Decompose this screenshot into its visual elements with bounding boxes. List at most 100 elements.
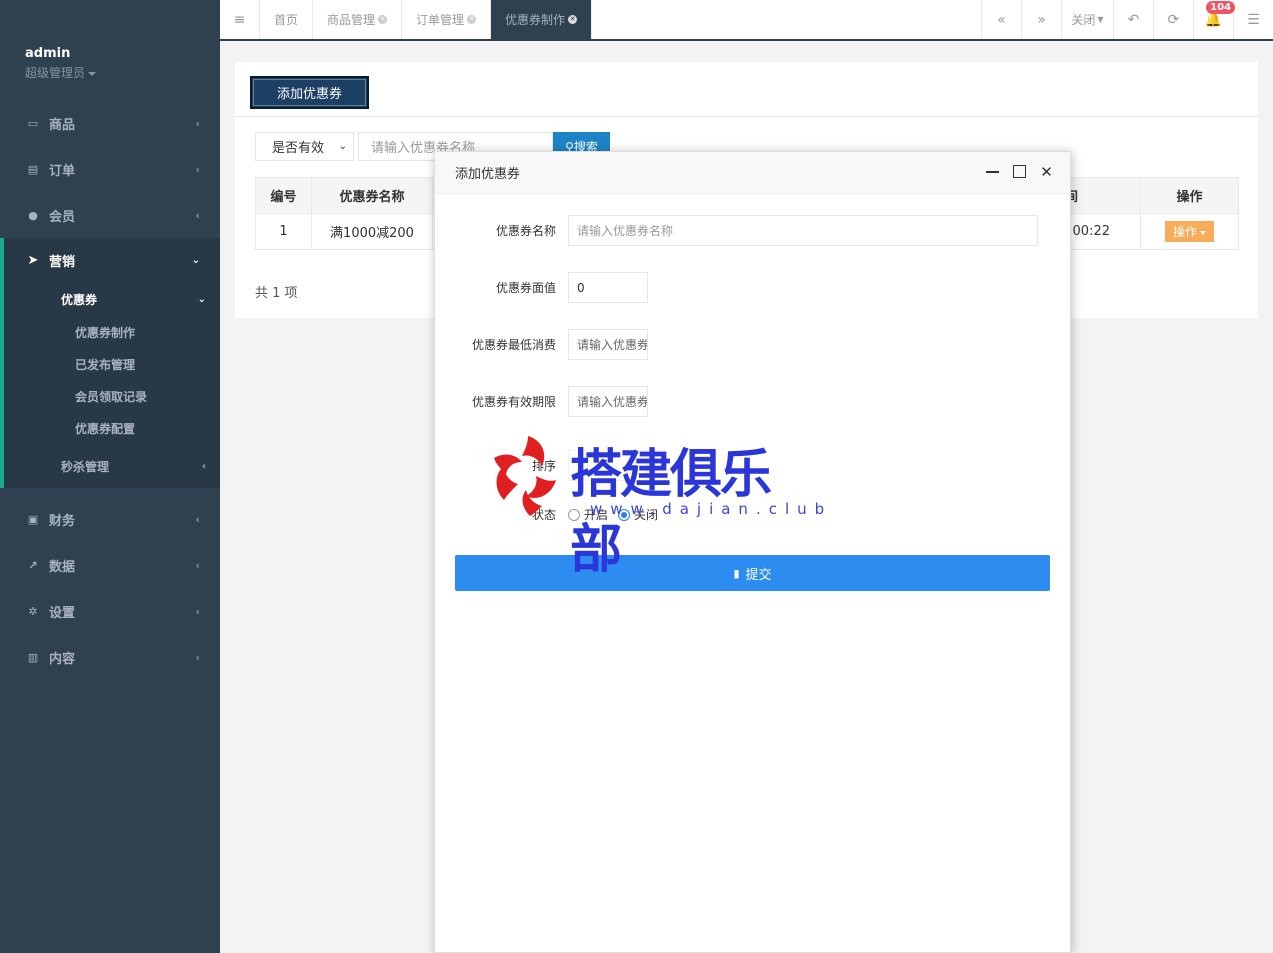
forward-icon: »: [1037, 11, 1046, 28]
chevron-down-icon: ⌄: [197, 293, 206, 305]
cell-time-value: :00:22: [1068, 224, 1110, 239]
coupon-value-input[interactable]: 0: [568, 272, 648, 303]
reply-icon: ↶: [1127, 11, 1140, 28]
col-name: 优惠券名称: [311, 177, 433, 214]
tab-home[interactable]: 首页: [260, 0, 314, 39]
select-value: 是否有效: [272, 141, 325, 156]
watermark: 搭建俱乐部 www.dajian.club: [490, 428, 824, 580]
panel-header: 添加优惠券: [235, 62, 1258, 117]
sidebar: admin 超级管理员 ▭ 商品 ‹ ▤ 订单 ‹ ● 会员 ‹ ➤ 营销 ⌄ 优惠券 ⌄ 优惠券…: [0, 0, 220, 953]
tab-label: 商品管理: [327, 13, 376, 27]
chevron-down-icon: ⌄: [338, 141, 347, 152]
form-row-expire: 优惠券有效期限 请输入优惠券: [435, 386, 1070, 417]
caret-down-icon: [88, 71, 97, 76]
caret-down-icon: [1200, 230, 1206, 235]
nav-label: 内容: [49, 651, 76, 667]
list-icon: ☰: [1247, 11, 1260, 28]
nav-item-marketing[interactable]: ➤ 营销 ⌄: [4, 238, 220, 282]
nav-item-settings[interactable]: ✲ 设置 ‹: [0, 588, 220, 634]
book-icon: ▥: [27, 650, 39, 664]
total-count: 共 1 项: [255, 286, 298, 301]
role-dropdown[interactable]: 超级管理员: [25, 64, 220, 81]
nav-item-content[interactable]: ▥ 内容 ‹: [0, 634, 220, 680]
nav-item-members[interactable]: ● 会员 ‹: [0, 192, 220, 238]
coupon-name-input[interactable]: 请输入优惠券名称: [568, 215, 1038, 246]
username: admin: [25, 46, 71, 61]
tab-orders[interactable]: 订单管理 ✕: [402, 0, 492, 39]
close-icon[interactable]: ✕: [1039, 163, 1054, 181]
operation-button[interactable]: 操作: [1164, 221, 1214, 242]
money-icon: ▣: [27, 512, 39, 526]
document-icon: ▤: [27, 162, 39, 176]
form-row-value: 优惠券面值 0: [435, 272, 1070, 303]
form-row-name: 优惠券名称 请输入优惠券名称: [435, 215, 1070, 246]
modal-title: 添加优惠券: [455, 167, 521, 182]
close-icon[interactable]: ✕: [378, 15, 388, 24]
chevron-left-icon: ‹: [195, 650, 200, 664]
chevron-left-icon: ‹: [195, 116, 200, 130]
nav-label: 财务: [49, 513, 76, 529]
modal-header: 添加优惠券 ✕: [435, 152, 1070, 194]
nav-sub-item[interactable]: 会员领取记录: [4, 380, 220, 412]
valid-select[interactable]: 是否有效 ⌄: [255, 132, 354, 161]
nav-item-finance[interactable]: ▣ 财务 ‹: [0, 496, 220, 542]
nav-item-data[interactable]: ↗ 数据 ‹: [0, 542, 220, 588]
nav-label: 数据: [49, 559, 76, 575]
nav-group-marketing: ➤ 营销 ⌄ 优惠券 ⌄ 优惠券制作 已发布管理 会员领取记录 优惠券配置 秒杀管理 ‹: [0, 238, 220, 488]
add-coupon-button[interactable]: 添加优惠券: [250, 76, 369, 109]
watermark-logo-icon: [494, 436, 556, 516]
menu-toggle-button[interactable]: ≡: [220, 0, 260, 39]
nav-sub-coupon[interactable]: 优惠券 ⌄: [4, 282, 220, 316]
chart-icon: ↗: [28, 558, 38, 572]
chevron-down-icon: ⌄: [191, 254, 200, 266]
coupon-expire-input[interactable]: 请输入优惠券: [568, 386, 648, 417]
cell-op: 操作: [1140, 213, 1239, 250]
maximize-icon[interactable]: [1012, 164, 1027, 179]
scroll-left-button[interactable]: «: [981, 0, 1021, 39]
close-icon[interactable]: ✕: [467, 15, 477, 24]
nav-sub-seckill[interactable]: 秒杀管理 ‹: [4, 444, 220, 488]
profile: admin 超级管理员: [0, 0, 220, 100]
nav-sub-item[interactable]: 优惠券制作: [4, 316, 220, 348]
caret-down-icon: ▼: [1097, 15, 1104, 24]
tab-label: 订单管理: [416, 13, 465, 27]
chevron-left-icon: ‹: [201, 460, 206, 472]
fullscreen-button[interactable]: ☰: [1233, 0, 1273, 39]
coupon-min-input[interactable]: 请输入优惠券: [568, 329, 648, 360]
back-button[interactable]: ↶: [1113, 0, 1153, 39]
modal-controls: ✕: [985, 163, 1054, 181]
laptop-icon: ▭: [27, 116, 39, 130]
chevron-left-icon: ‹: [195, 162, 200, 176]
nav-label: 订单: [49, 163, 76, 179]
op-label: 操作: [1172, 225, 1197, 239]
refresh-button[interactable]: ⟳: [1153, 0, 1193, 39]
close-icon[interactable]: ✕: [568, 15, 578, 24]
tab-coupon-make[interactable]: 优惠券制作 ✕: [491, 0, 593, 39]
close-tabs-label: 关闭: [1071, 13, 1096, 27]
sub-label: 秒杀管理: [61, 459, 110, 474]
refresh-icon: ⟳: [1167, 11, 1180, 28]
scroll-right-button[interactable]: »: [1021, 0, 1061, 39]
name-label: 优惠券名称: [495, 224, 556, 238]
nav-sub-item[interactable]: 优惠券配置: [4, 412, 220, 444]
nav-item-goods[interactable]: ▭ 商品 ‹: [0, 100, 220, 146]
nav-label: 会员: [49, 209, 76, 225]
tab-bar: ≡ 首页 商品管理 ✕ 订单管理 ✕ 优惠券制作 ✕ « » 关闭 ▼ ↶ ⟳ 🔔 ☰ …: [220, 0, 1273, 41]
paper-plane-icon: ➤: [27, 252, 39, 268]
tab-goods[interactable]: 商品管理 ✕: [313, 0, 403, 39]
close-tabs-dropdown[interactable]: 关闭 ▼: [1061, 0, 1113, 39]
nav-label: 商品: [49, 117, 76, 133]
form-row-min: 优惠券最低消费 请输入优惠券: [435, 329, 1070, 360]
nav-sub-item[interactable]: 已发布管理: [4, 348, 220, 380]
value-label: 优惠券面值: [495, 281, 556, 295]
min-label: 优惠券最低消费: [471, 338, 556, 352]
minimize-icon[interactable]: [985, 164, 1000, 179]
user-icon: ●: [28, 208, 38, 222]
tab-label: 优惠券制作: [505, 13, 566, 27]
backward-icon: «: [997, 11, 1006, 28]
chevron-left-icon: ‹: [195, 512, 200, 526]
cell-id: 1: [255, 213, 312, 250]
chevron-left-icon: ‹: [195, 604, 200, 618]
nav-item-orders[interactable]: ▤ 订单 ‹: [0, 146, 220, 192]
gear-icon: ✲: [28, 604, 38, 618]
